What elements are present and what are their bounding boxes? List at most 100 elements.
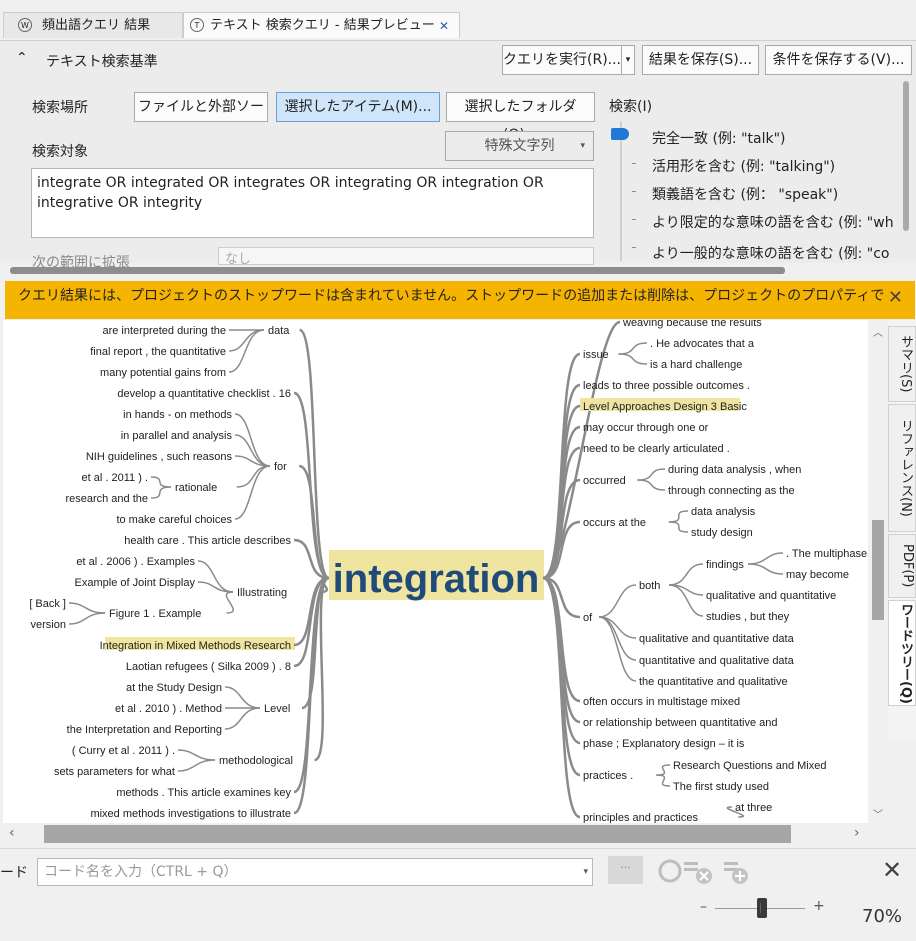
close-icon[interactable]: ✕	[882, 856, 902, 884]
tree-context-left[interactable]: et al . 2010 ) . Method	[115, 703, 222, 715]
option-specializations[interactable]: より限定的な意味の語を含む (例: "wh	[652, 212, 894, 232]
tree-node-right[interactable]: principles and practices	[583, 812, 698, 823]
tree-context-left[interactable]: version	[31, 619, 66, 631]
tree-context-right[interactable]: leads to three possible outcomes .	[583, 380, 750, 392]
tree-context-left[interactable]: are interpreted during the	[102, 325, 226, 337]
center-keyword[interactable]: integration	[333, 557, 540, 601]
criteria-horizontal-scrollbar[interactable]	[10, 267, 785, 274]
search-slider-track[interactable]	[620, 121, 622, 261]
tab-summary[interactable]: サマリ(S)	[888, 326, 916, 402]
tree-context-right[interactable]: qualitative and quantitative	[706, 590, 836, 602]
scroll-down-icon[interactable]: ﹀	[873, 806, 883, 821]
tab-pdf[interactable]: PDF(P)	[888, 534, 916, 598]
tree-context-left[interactable]: [ Back ]	[29, 598, 66, 610]
tree-context-left[interactable]: research and the	[65, 493, 148, 505]
tree-context-right[interactable]: . The multiphase	[786, 548, 867, 560]
zoom-in-icon[interactable]: +	[813, 898, 825, 914]
run-query-dropdown-icon[interactable]: ▾	[621, 45, 635, 75]
tree-node-right[interactable]: occurred	[583, 475, 626, 487]
option-exact-match[interactable]: 完全一致 (例: "talk")	[652, 128, 786, 148]
query-text-area[interactable]: integrate OR integrated OR integrates OR…	[31, 168, 594, 238]
tree-context-right[interactable]: is a hard challenge	[650, 359, 742, 371]
extend-dropdown[interactable]: なし	[218, 247, 594, 267]
scroll-right-icon[interactable]: ›	[854, 825, 860, 841]
tree-context-right[interactable]: may become	[786, 569, 849, 581]
more-options-button[interactable]: ···	[608, 856, 643, 884]
tree-node-left[interactable]: Figure 1 . Example	[109, 608, 201, 620]
tree-context-left[interactable]: the Interpretation and Reporting	[67, 724, 222, 736]
files-and-externals-button[interactable]: ファイルと外部ソー	[134, 92, 268, 122]
tree-node-right[interactable]: practices .	[583, 770, 633, 782]
tree-context-left[interactable]: health care . This article describes	[124, 535, 291, 547]
tree-context-left[interactable]: methods . This article examines key	[116, 787, 291, 799]
tree-node-left[interactable]: for	[274, 461, 287, 473]
tree-node-right[interactable]: issue	[583, 349, 609, 361]
tree-context-left[interactable]: mixed methods investigations to illustra…	[90, 808, 291, 820]
tree-context-right[interactable]: studies , but they	[706, 611, 790, 623]
option-stemmed[interactable]: 活用形を含む (例: "talking")	[652, 156, 835, 176]
tab-word-tree[interactable]: ワードツリー(Q)	[888, 600, 916, 706]
tree-context-right[interactable]: Research Questions and Mixed	[673, 760, 826, 772]
vertical-scroll-thumb[interactable]	[872, 520, 884, 620]
tree-context-right[interactable]: may occur through one or	[583, 422, 709, 434]
tree-context-left[interactable]: at the Study Design	[126, 682, 222, 694]
tree-vertical-scrollbar[interactable]: ︿ ﹀	[868, 320, 888, 823]
tree-context-left[interactable]: Example of Joint Display	[75, 577, 196, 589]
code-name-input[interactable]: コード名を入力（CTRL + Q） ▾	[37, 858, 593, 886]
scroll-left-icon[interactable]: ‹	[9, 825, 15, 841]
tab-text-search-preview[interactable]: T テキスト 検索クエリ - 結果プレビュー ✕	[183, 12, 460, 38]
search-slider-thumb[interactable]	[611, 128, 629, 140]
word-tree-view[interactable]: integration are interpreted during the fin…	[3, 320, 871, 823]
save-results-button[interactable]: 結果を保存(S)...	[642, 45, 759, 75]
uncode-icon[interactable]	[658, 858, 718, 886]
tree-context-left[interactable]: Integration in Mixed Methods Research	[100, 640, 291, 652]
tree-context-right[interactable]: quantitative and qualitative data	[639, 655, 795, 667]
selected-items-button[interactable]: 選択したアイテム(M)...	[276, 92, 440, 122]
tree-context-left[interactable]: many potential gains from	[100, 367, 226, 379]
tree-context-right[interactable]: Level Approaches Design 3 Basic	[583, 401, 747, 413]
tree-context-left[interactable]: final report , the quantitative	[90, 346, 226, 358]
tree-node-right[interactable]: both	[639, 580, 660, 592]
close-icon[interactable]: ✕	[888, 284, 903, 312]
tree-node-left[interactable]: rationale	[175, 482, 217, 494]
tree-context-left[interactable]: to make careful choices	[116, 514, 232, 526]
tree-context-left[interactable]: Laotian refugees ( Silka 2009 ) . 8	[126, 661, 291, 673]
tree-context-right[interactable]: need to be clearly articulated .	[583, 443, 730, 455]
tree-context-left[interactable]: NIH guidelines , such reasons	[86, 451, 233, 463]
tree-horizontal-scrollbar[interactable]: ‹ ›	[3, 823, 871, 845]
collapse-chevron-icon[interactable]: ⌃	[16, 50, 28, 66]
tree-context-right[interactable]: often occurs in multistage mixed	[583, 696, 740, 708]
tree-node-left[interactable]: data	[268, 325, 290, 337]
special-characters-dropdown[interactable]: 特殊文字列 ▾	[445, 131, 594, 161]
tree-context-left[interactable]: in parallel and analysis	[121, 430, 233, 442]
tree-context-right[interactable]: data analysis	[691, 506, 756, 518]
tree-context-right[interactable]: phase ; Explanatory design – it is	[583, 738, 745, 750]
tree-node-left[interactable]: Level	[264, 703, 290, 715]
tree-context-right[interactable]: qualitative and quantitative data	[639, 633, 795, 645]
tab-references[interactable]: リファレンス(N)	[888, 404, 916, 532]
tree-context-right[interactable]: the quantitative and qualitative	[639, 676, 788, 688]
selected-folders-button[interactable]: 選択したフォルダ(O)...	[446, 92, 595, 143]
tree-context-right[interactable]: during data analysis , when	[668, 464, 801, 476]
tree-context-left[interactable]: develop a quantitative checklist . 16	[117, 388, 291, 400]
tree-context-left[interactable]: et al . 2006 ) . Examples	[76, 556, 195, 568]
tree-context-right[interactable]: through connecting as the	[668, 485, 795, 497]
tree-context-left[interactable]: et al . 2011 ) .	[82, 472, 148, 484]
tree-context-right[interactable]: . He advocates that a	[650, 338, 755, 350]
close-icon[interactable]: ✕	[435, 20, 453, 32]
tab-word-frequency-results[interactable]: W 頻出語クエリ 結果	[3, 12, 183, 38]
tree-node-right[interactable]: findings	[706, 559, 744, 571]
code-at-icon[interactable]	[722, 858, 752, 886]
save-criteria-button[interactable]: 条件を保存する(V)...	[765, 45, 912, 75]
tree-context-left[interactable]: ( Curry et al . 2011 ) .	[72, 745, 175, 757]
zoom-out-icon[interactable]: –	[700, 899, 707, 915]
tree-context-right[interactable]: weaving because the results	[622, 320, 762, 329]
tree-context-right[interactable]: study design	[691, 527, 753, 539]
tree-node-left[interactable]: methodological	[219, 755, 293, 767]
option-generalizations[interactable]: より一般的な意味の語を含む (例: "co	[652, 243, 890, 263]
tree-node-right[interactable]: occurs at the	[583, 517, 646, 529]
tree-context-right[interactable]: at three	[735, 802, 772, 814]
horizontal-scroll-thumb[interactable]	[44, 825, 791, 843]
option-synonyms[interactable]: 類義語を含む (例： "speak")	[652, 184, 838, 204]
tree-context-right[interactable]: The first study used	[673, 781, 769, 793]
